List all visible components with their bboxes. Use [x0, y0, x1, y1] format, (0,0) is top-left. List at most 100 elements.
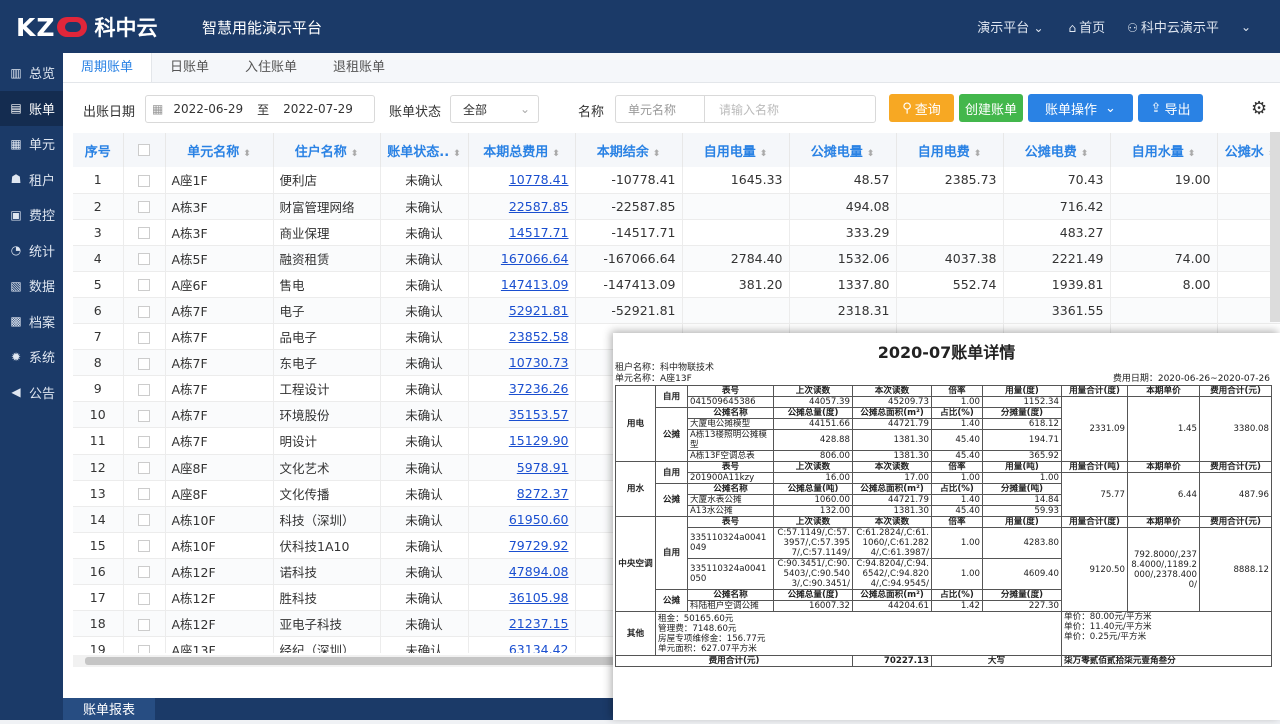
- sidebar-item-bills[interactable]: ▤ 账单: [0, 90, 63, 126]
- total-fee-link[interactable]: 47894.08: [509, 564, 569, 579]
- row-checkbox[interactable]: [138, 227, 150, 240]
- sidebar-item-units[interactable]: ▦ 单元: [0, 126, 63, 162]
- column-header[interactable]: 自用水量 ⬍: [1110, 133, 1218, 167]
- sidebar-item-notice[interactable]: ◀ 公告: [0, 375, 63, 411]
- tab-bill-report[interactable]: 账单报表: [63, 698, 156, 720]
- total-fee-link[interactable]: 63134.42: [509, 642, 569, 653]
- row-checkbox[interactable]: [138, 514, 150, 527]
- sidebar-item-archive[interactable]: ▩ 档案: [0, 304, 63, 340]
- menu-chevron-icon[interactable]: ⌄: [1241, 20, 1251, 34]
- column-header[interactable]: 自用电量 ⬍: [682, 133, 790, 167]
- row-checkbox[interactable]: [138, 201, 150, 214]
- nav-home[interactable]: ⌂ 首页: [1069, 17, 1106, 36]
- checkbox[interactable]: [138, 144, 150, 156]
- nav-user[interactable]: ⚇ 科中云演示平: [1127, 17, 1219, 36]
- column-header[interactable]: 序号: [73, 133, 124, 167]
- sidebar-item-stats[interactable]: ◔ 统计: [0, 233, 63, 269]
- row-checkbox[interactable]: [138, 488, 150, 501]
- name-type-select[interactable]: 单元名称: [615, 95, 705, 123]
- total-fee-link[interactable]: 5978.91: [517, 460, 569, 475]
- table-row[interactable]: 6 A栋7F 电子 未确认 52921.81 -52921.81 2318.31 3361.5…: [73, 297, 1280, 325]
- sort-icon[interactable]: ⬍: [453, 149, 461, 159]
- date-range-picker[interactable]: ▦ 2022-06-29 至 2022-07-29: [145, 95, 375, 123]
- row-checkbox[interactable]: [138, 305, 150, 318]
- row-checkbox[interactable]: [138, 357, 150, 370]
- row-checkbox[interactable]: [138, 644, 150, 653]
- row-checkbox[interactable]: [138, 409, 150, 422]
- total-fee-link[interactable]: 22587.85: [509, 199, 569, 214]
- column-header[interactable]: 单元名称 ⬍: [165, 133, 274, 167]
- sort-icon[interactable]: ⬍: [243, 149, 251, 159]
- row-checkbox[interactable]: [138, 253, 150, 266]
- cell-text: 亚电子科技: [279, 617, 343, 633]
- sort-icon[interactable]: ⬍: [974, 149, 982, 159]
- status-select[interactable]: 全部 ⌄: [450, 95, 539, 123]
- table-row[interactable]: 4 A栋5F 融资租赁 未确认 167066.64 -167066.64 2784.40 15…: [73, 245, 1280, 272]
- scroll-thumb[interactable]: [85, 657, 625, 665]
- total-fee-link[interactable]: 37236.26: [509, 381, 569, 396]
- sort-icon[interactable]: ⬍: [1188, 149, 1196, 159]
- vertical-scrollbar[interactable]: [1270, 132, 1280, 322]
- nav-platform[interactable]: 演示平台 ⌄: [977, 17, 1046, 36]
- row-checkbox[interactable]: [138, 174, 150, 187]
- detail-cell: 本次读数: [852, 461, 932, 473]
- column-header[interactable]: 自用电费 ⬍: [896, 133, 1004, 167]
- total-fee-link[interactable]: 14517.71: [509, 225, 569, 240]
- sort-icon[interactable]: ⬍: [351, 149, 359, 159]
- total-fee-link[interactable]: 36105.98: [509, 590, 569, 605]
- name-input[interactable]: 请输入名称: [704, 95, 876, 123]
- tab-period-bill[interactable]: 周期账单: [63, 53, 153, 82]
- table-row[interactable]: 2 A栋3F 财富管理网络 未确认 22587.85 -22587.85 494.08 716…: [73, 193, 1280, 220]
- row-checkbox[interactable]: [138, 592, 150, 605]
- create-bill-button[interactable]: 创建账单: [959, 94, 1023, 122]
- tab-checkout-bill[interactable]: 退租账单: [315, 53, 403, 82]
- total-fee-link[interactable]: 23852.58: [509, 329, 569, 344]
- sidebar-item-data[interactable]: ▧ 数据: [0, 268, 63, 304]
- total-fee-link[interactable]: 21237.15: [509, 616, 569, 631]
- settings-gear-icon[interactable]: ⚙: [1251, 98, 1267, 119]
- query-button[interactable]: ⚲ 查询: [889, 94, 954, 122]
- sidebar-item-system[interactable]: ✹ 系统: [0, 339, 63, 375]
- sidebar-item-tenants[interactable]: ☗ 租户: [0, 162, 63, 198]
- column-header[interactable]: 公摊电费 ⬍: [1003, 133, 1111, 167]
- table-row[interactable]: 3 A栋3F 商业保理 未确认 14517.71 -14517.71 333.29 483.2…: [73, 219, 1280, 246]
- total-fee-link[interactable]: 10730.73: [509, 355, 569, 370]
- total-fee-link[interactable]: 10778.41: [509, 172, 569, 187]
- tab-daily-bill[interactable]: 日账单: [152, 53, 227, 82]
- total-fee-link[interactable]: 79729.92: [509, 538, 569, 553]
- total-fee-link[interactable]: 35153.57: [509, 407, 569, 422]
- column-header[interactable]: 公摊电量 ⬍: [789, 133, 897, 167]
- column-header[interactable]: 账单状态.. ⬍: [380, 133, 469, 167]
- total-fee-link[interactable]: 61950.60: [509, 512, 569, 527]
- sidebar-item-fee-control[interactable]: ▣ 费控: [0, 197, 63, 233]
- row-checkbox[interactable]: [138, 566, 150, 579]
- total-fee-link[interactable]: 15129.90: [509, 433, 569, 448]
- cell-text: A座1F: [171, 173, 208, 189]
- row-checkbox[interactable]: [138, 462, 150, 475]
- sidebar-item-overview[interactable]: ▥ 总览: [0, 55, 63, 91]
- row-checkbox[interactable]: [138, 435, 150, 448]
- total-fee-link[interactable]: 52921.81: [509, 303, 569, 318]
- sort-icon[interactable]: ⬍: [552, 149, 560, 159]
- export-button[interactable]: ⇪ 导出: [1138, 94, 1203, 122]
- row-checkbox[interactable]: [138, 540, 150, 553]
- row-checkbox[interactable]: [138, 279, 150, 292]
- tab-checkin-bill[interactable]: 入住账单: [227, 53, 315, 82]
- column-header[interactable]: 住户名称 ⬍: [273, 133, 381, 167]
- table-row[interactable]: 1 A座1F 便利店 未确认 10778.41 -10778.41 1645.33 48.57…: [73, 167, 1280, 194]
- column-header[interactable]: 本期结余 ⬍: [575, 133, 683, 167]
- row-checkbox[interactable]: [138, 618, 150, 631]
- table-row[interactable]: 5 A座6F 售电 未确认 147413.09 -147413.09 381.20 1337.…: [73, 271, 1280, 298]
- sort-icon[interactable]: ⬍: [1081, 149, 1089, 159]
- column-header[interactable]: 本期总费用 ⬍: [468, 133, 576, 167]
- header-select-all[interactable]: [123, 133, 166, 167]
- sort-icon[interactable]: ⬍: [867, 149, 875, 159]
- sort-icon[interactable]: ⬍: [653, 149, 661, 159]
- total-fee-link[interactable]: 167066.64: [501, 251, 569, 266]
- total-fee-link[interactable]: 8272.37: [517, 486, 569, 501]
- row-checkbox[interactable]: [138, 331, 150, 344]
- bill-ops-button[interactable]: 账单操作 ⌄: [1028, 94, 1133, 122]
- sort-icon[interactable]: ⬍: [760, 149, 768, 159]
- total-fee-link[interactable]: 147413.09: [501, 277, 569, 292]
- row-checkbox[interactable]: [138, 383, 150, 396]
